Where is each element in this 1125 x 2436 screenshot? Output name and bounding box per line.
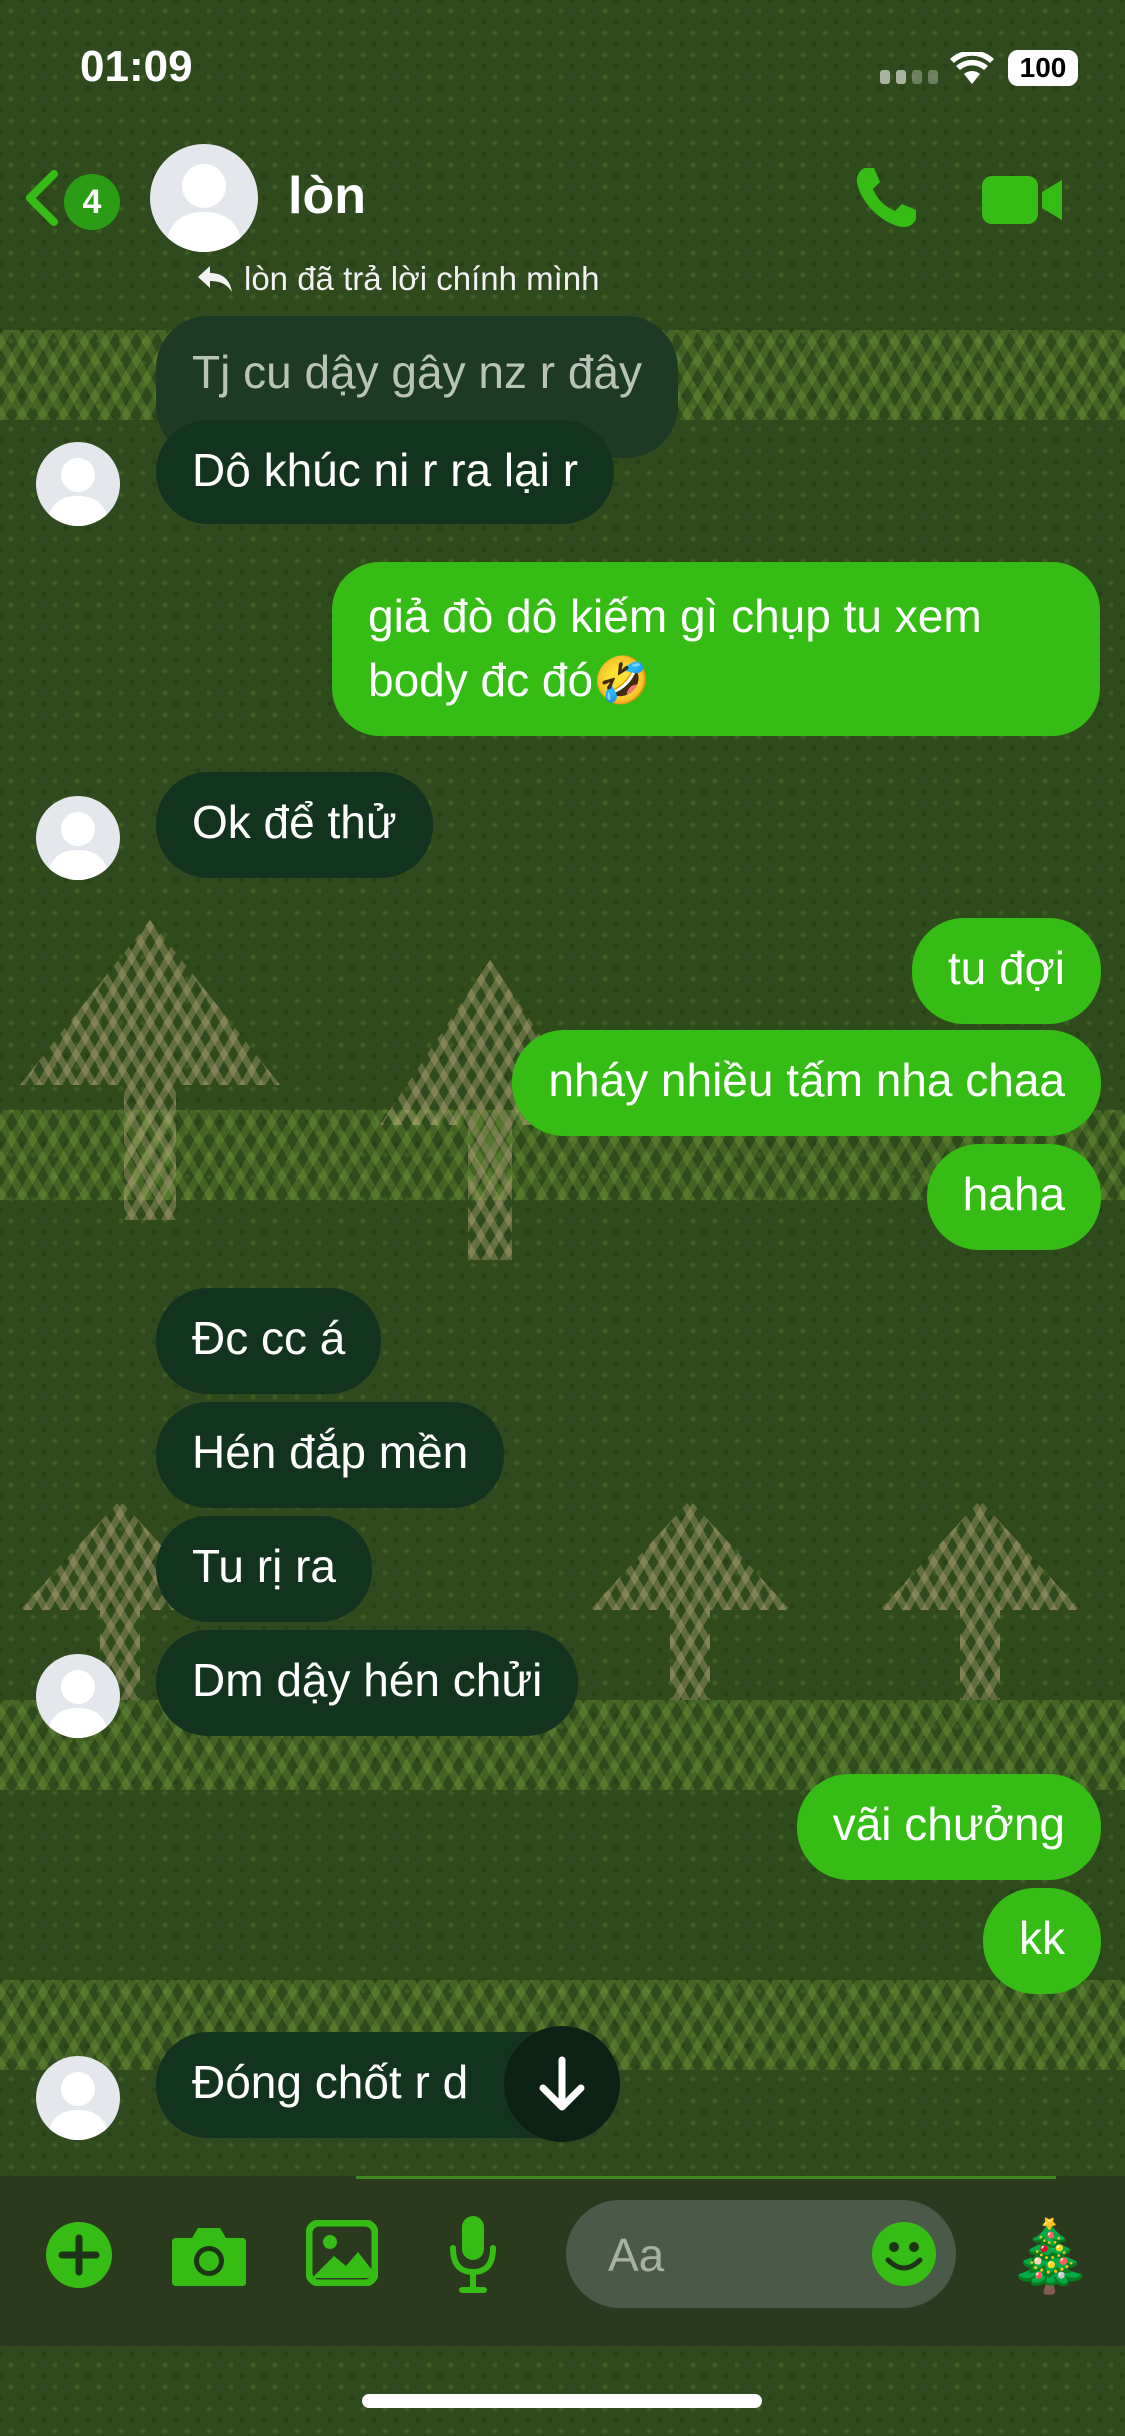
- scroll-to-bottom-button[interactable]: [504, 2026, 620, 2142]
- status-bar: 01:09 100: [0, 0, 1125, 140]
- phone-icon[interactable]: [852, 162, 922, 232]
- person-placeholder-icon: [46, 458, 110, 526]
- composer-divider: [356, 2176, 1056, 2179]
- outgoing-message-bubble[interactable]: kk: [983, 1888, 1101, 1994]
- outgoing-message-bubble[interactable]: haha: [926, 1144, 1101, 1250]
- video-camera-icon[interactable]: [980, 172, 1064, 228]
- reply-context-note: lòn đã trả lời chính mình: [196, 260, 600, 298]
- reply-note-text: lòn đã trả lời chính mình: [244, 260, 600, 297]
- message-text: Tu rị ra: [192, 1540, 336, 1592]
- arrow-down-icon: [539, 2056, 585, 2111]
- plus-circle-icon[interactable]: [44, 2220, 114, 2290]
- contact-name[interactable]: lòn: [288, 166, 366, 226]
- christmas-tree-emoji-button[interactable]: 🎄: [1006, 2216, 1093, 2296]
- incoming-message-bubble[interactable]: Ok để thử: [156, 772, 433, 878]
- person-placeholder-icon: [46, 2072, 110, 2140]
- message-text-field[interactable]: [566, 2200, 956, 2308]
- sender-avatar[interactable]: [36, 2056, 120, 2140]
- cellular-signal-icon: [880, 70, 938, 84]
- outgoing-message-bubble[interactable]: vãi chưởng: [796, 1774, 1101, 1880]
- incoming-message-bubble[interactable]: Hén đắp mền: [156, 1402, 505, 1508]
- sender-avatar[interactable]: [36, 1654, 120, 1738]
- person-placeholder-icon: [164, 164, 244, 252]
- home-indicator[interactable]: [362, 2394, 762, 2408]
- outgoing-message-bubble[interactable]: giả đò dô kiếm gì chụp tu xem body đc đó…: [332, 562, 1100, 736]
- quoted-message-text: Tj cu dậy gây nz r đây: [192, 346, 642, 398]
- message-text: nháy nhiều tấm nha chaa: [548, 1054, 1065, 1106]
- person-placeholder-icon: [46, 812, 110, 880]
- message-composer: 🎄: [0, 2176, 1125, 2346]
- message-text: vãi chưởng: [832, 1798, 1065, 1850]
- camera-icon[interactable]: [170, 2222, 248, 2288]
- message-text: Dm dậy hén chửi: [192, 1654, 543, 1706]
- message-text-line: body đc đó🤣: [368, 654, 651, 706]
- microphone-icon[interactable]: [448, 2214, 498, 2294]
- knit-tree-motif: [880, 1500, 1080, 1700]
- status-time: 01:09: [80, 42, 193, 91]
- chevron-left-icon[interactable]: [22, 168, 62, 228]
- incoming-message-bubble[interactable]: Tu rị ra: [156, 1516, 372, 1622]
- sender-avatar[interactable]: [36, 442, 120, 526]
- message-text: kk: [1019, 1912, 1065, 1964]
- battery-indicator: 100: [1008, 50, 1078, 86]
- message-text-line: giả đò dô kiếm gì chụp tu xem: [368, 590, 982, 642]
- incoming-message-bubble[interactable]: Dm dậy hén chửi: [156, 1630, 579, 1736]
- incoming-message-bubble[interactable]: Đc cc á: [156, 1288, 382, 1394]
- message-text: tu đợi: [947, 942, 1065, 994]
- message-input[interactable]: [606, 2224, 850, 2286]
- message-text: Đc cc á: [192, 1312, 346, 1364]
- message-text: Dô khúc ni r ra lại r: [192, 444, 579, 496]
- wifi-icon: [950, 52, 994, 84]
- chat-header: 4 lòn lòn đã trả lời chính mình: [0, 140, 1125, 310]
- smiley-icon[interactable]: [870, 2220, 938, 2288]
- outgoing-message-bubble[interactable]: tu đợi: [911, 918, 1101, 1024]
- person-placeholder-icon: [46, 1670, 110, 1738]
- message-text: haha: [962, 1168, 1065, 1220]
- message-text: Hén đắp mền: [192, 1426, 469, 1478]
- sender-avatar[interactable]: [36, 796, 120, 880]
- incoming-message-bubble[interactable]: Dô khúc ni r ra lại r: [156, 420, 615, 524]
- unread-count-badge[interactable]: 4: [64, 174, 120, 230]
- reply-arrow-icon: [198, 266, 232, 292]
- knit-tree-motif: [590, 1500, 790, 1700]
- message-text: Ok để thử: [192, 796, 397, 848]
- message-text: Đóng chốt r d: [192, 2056, 469, 2108]
- outgoing-message-bubble[interactable]: nháy nhiều tấm nha chaa: [512, 1030, 1101, 1136]
- image-icon[interactable]: [306, 2220, 378, 2286]
- contact-avatar[interactable]: [150, 144, 258, 252]
